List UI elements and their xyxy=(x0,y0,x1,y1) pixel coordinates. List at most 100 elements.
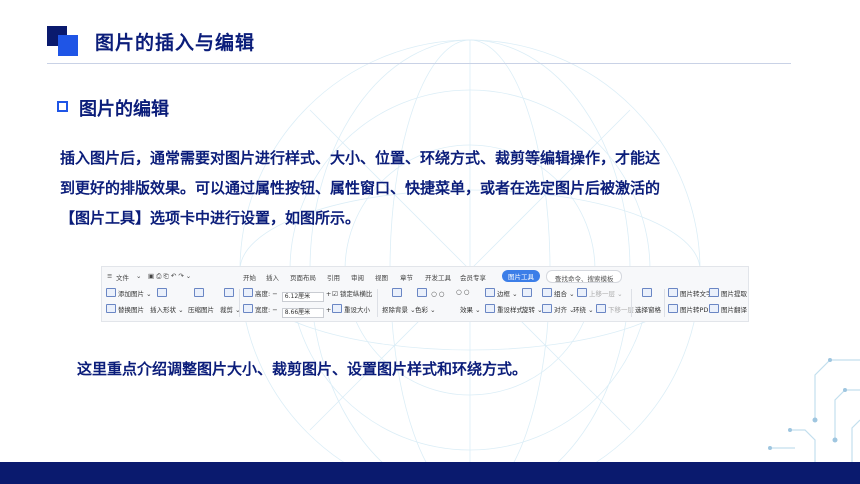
width-control: 宽度: − 8.66厘米 + xyxy=(243,304,331,318)
crop-label: 裁剪 xyxy=(220,306,233,314)
ribbon-separator xyxy=(377,289,378,317)
slide: 图片的插入与编辑 图片的编辑 插入图片后，通常需要对图片进行样式、大小、位置、环… xyxy=(0,0,860,484)
file-menu-chevron-icon[interactable]: ⌄ xyxy=(136,272,141,280)
image-to-text-label: 图片转文字 xyxy=(680,290,713,298)
select-pane-icon[interactable] xyxy=(642,288,654,298)
page-title: 图片的插入与编辑 xyxy=(95,32,256,54)
group-button[interactable]: 组合 ⌄ xyxy=(542,288,575,298)
tab-page-layout[interactable]: 页面布局 xyxy=(290,272,316,282)
change-picture-label: 替换图片 xyxy=(118,306,144,314)
tab-home[interactable]: 开始 xyxy=(243,272,256,282)
remove-bg-button[interactable]: 抠除背景 ⌄ xyxy=(382,304,416,314)
align-icon xyxy=(542,304,552,313)
image-translate-button[interactable]: 图片翻译 xyxy=(709,304,747,314)
background-globe-art xyxy=(239,39,860,484)
width-input[interactable]: 8.66厘米 xyxy=(281,308,324,318)
insert-shape-label: 插入形状 xyxy=(150,306,176,314)
select-pane-label: 选择窗格 xyxy=(635,306,661,314)
change-picture-icon xyxy=(106,304,116,313)
tab-insert[interactable]: 插入 xyxy=(266,272,279,282)
tab-view[interactable]: 视图 xyxy=(375,272,388,282)
effect-button[interactable]: 效果 ⌄ xyxy=(460,304,481,314)
reset-style-label: 重设样式 xyxy=(497,306,523,314)
image-translate-icon xyxy=(709,304,719,313)
tab-review[interactable]: 审阅 xyxy=(351,272,364,282)
compress-label: 压缩图片 xyxy=(188,306,214,314)
select-pane-button[interactable]: 选择窗格 xyxy=(635,304,661,314)
height-label: 高度: xyxy=(255,290,271,298)
align-button[interactable]: 对齐 ⌄ xyxy=(542,304,575,314)
compress-icon[interactable] xyxy=(194,288,206,298)
image-to-pdf-icon xyxy=(668,304,678,313)
section-title: 图片的编辑 xyxy=(79,99,169,120)
border-label: 边框 xyxy=(497,290,510,298)
insert-shape-button[interactable]: 插入形状 ⌄ xyxy=(150,304,184,314)
move-up-button[interactable]: 上移一层 ⌄ xyxy=(577,288,623,298)
add-picture-label: 添加图片 xyxy=(118,290,144,298)
remove-bg-icon[interactable] xyxy=(392,288,404,298)
body-line: 插入图片后，通常需要对图片进行样式、大小、位置、环绕方式、裁剪等编辑操作，才能达 xyxy=(60,149,661,167)
height-control: 高度: − 6.12厘米 + xyxy=(243,288,331,302)
search-placeholder: 查找命令、搜索模板 xyxy=(555,275,614,283)
move-down-icon xyxy=(596,304,606,313)
tab-developer[interactable]: 开发工具 xyxy=(425,272,451,282)
crop-icon[interactable] xyxy=(224,288,236,298)
height-icon xyxy=(243,288,253,297)
height-input[interactable]: 6.12厘米 xyxy=(281,292,324,302)
tab-picture-tools[interactable]: 图片工具 xyxy=(502,270,540,282)
quick-access-icons[interactable]: ▣ ⎙ ⎗ ↶ ↷ ⌄ xyxy=(148,272,191,281)
image-to-text-button[interactable]: 图片转文字 xyxy=(668,288,713,298)
tab-references[interactable]: 引用 xyxy=(327,272,340,282)
summary-note: 这里重点介绍调整图片大小、裁剪图片、设置图片样式和环绕方式。 xyxy=(77,360,528,378)
width-icon xyxy=(243,304,253,313)
width-label: 宽度: xyxy=(255,306,271,314)
ribbon-row-1: 添加图片 ⌄ 高度: − 6.12厘米 + ☑ 锁定纵横比 ○ ○ ○ ○ 边框… xyxy=(102,288,748,304)
border-icon xyxy=(485,288,495,297)
color-icon[interactable]: ○ ○ xyxy=(417,288,444,298)
wrap-button[interactable]: 环绕 ⌄ xyxy=(573,304,594,314)
image-extract-button[interactable]: 图片提取 xyxy=(709,288,747,298)
remove-bg-label: 抠除背景 xyxy=(382,306,408,314)
color-button[interactable]: 色彩 ⌄ xyxy=(415,304,436,314)
header-logo xyxy=(47,26,79,56)
rotate-icon[interactable] xyxy=(522,288,534,298)
hamburger-icon[interactable]: ≡ xyxy=(107,272,112,280)
image-extract-label: 图片提取 xyxy=(721,290,747,298)
picture-frame-icon[interactable] xyxy=(157,288,169,298)
body-paragraph: 插入图片后，通常需要对图片进行样式、大小、位置、环绕方式、裁剪等编辑操作，才能达… xyxy=(60,143,805,233)
section-square-icon xyxy=(57,101,68,112)
file-menu[interactable]: 文件 xyxy=(116,272,129,282)
color-label: 色彩 xyxy=(415,306,428,314)
lock-ratio-checkbox[interactable]: ☑ 锁定纵横比 xyxy=(332,288,372,298)
image-to-text-icon xyxy=(668,288,678,297)
tab-chapter[interactable]: 章节 xyxy=(400,272,413,282)
style-icons[interactable]: ○ ○ xyxy=(456,288,469,296)
ribbon-separator xyxy=(664,289,665,317)
compress-button[interactable]: 压缩图片 xyxy=(188,304,214,314)
command-search[interactable]: ⌕ 查找命令、搜索模板 xyxy=(546,270,622,283)
group-icon xyxy=(542,288,552,297)
move-up-label: 上移一层 xyxy=(589,290,615,298)
tab-member[interactable]: 会员专享 xyxy=(460,272,486,282)
add-picture-button[interactable]: 添加图片 ⌄ xyxy=(106,288,152,298)
move-up-icon xyxy=(577,288,587,297)
rotate-button[interactable]: 旋转 ⌄ xyxy=(522,304,543,314)
change-picture-button[interactable]: 替换图片 xyxy=(106,304,144,314)
ribbon-row-2: 替换图片 插入形状 ⌄ 压缩图片 裁剪 ⌄ 宽度: − 8.66厘米 + 重设大… xyxy=(102,304,748,320)
ribbon-separator xyxy=(239,289,240,317)
image-translate-label: 图片翻译 xyxy=(721,306,747,314)
effect-label: 效果 xyxy=(460,306,473,314)
ribbon-separator xyxy=(631,289,632,317)
border-button[interactable]: 边框 ⌄ xyxy=(485,288,518,298)
reset-style-button[interactable]: 重设样式 xyxy=(485,304,523,314)
picture-icon xyxy=(106,288,116,297)
body-line: 【图片工具】选项卡中进行设置，如图所示。 xyxy=(60,209,361,227)
reset-size-button[interactable]: 重设大小 xyxy=(332,304,370,314)
lock-ratio-label: 锁定纵横比 xyxy=(339,290,373,298)
reset-style-icon xyxy=(485,304,495,313)
wrap-label: 环绕 xyxy=(573,306,586,314)
image-to-pdf-button[interactable]: 图片转PDF xyxy=(668,304,712,314)
reset-size-label: 重设大小 xyxy=(344,306,370,314)
group-label: 组合 xyxy=(554,290,567,298)
crop-button[interactable]: 裁剪 ⌄ xyxy=(220,304,241,314)
